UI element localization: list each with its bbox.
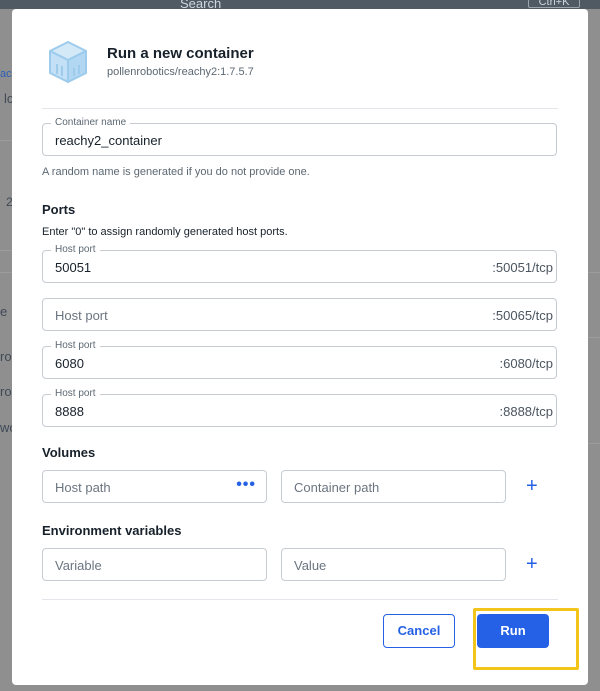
background-divider [0,272,12,273]
host-port-field[interactable]: Host port 6080 :6080/tcp [42,340,557,379]
image-name: pollenrobotics/reachy2:1.7.5.7 [107,66,254,78]
container-port: :6080/tcp [499,356,554,371]
container-name-helper: A random name is generated if you do not… [42,166,310,178]
run-container-dialog: Run a new container pollenrobotics/reach… [12,9,588,685]
ports-heading: Ports [42,202,76,217]
host-port-field[interactable]: Host port 50051 :50051/tcp [42,244,557,283]
background-divider [588,443,600,444]
container-name-value: reachy2_container [55,133,162,148]
volumes-heading: Volumes [42,445,96,460]
container-port: :50065/tcp [492,308,553,323]
container-port: :8888/tcp [499,404,554,419]
more-horizontal-icon[interactable]: ••• [236,476,256,494]
background-text-fragment: ro [0,349,12,364]
cancel-button[interactable]: Cancel [383,614,455,648]
container-cube-icon [49,41,87,83]
dialog-title: Run a new container [107,45,254,62]
background-divider [588,272,600,273]
run-button[interactable]: Run [477,614,549,648]
container-name-field[interactable]: Container name reachy2_container [42,117,557,156]
host-port-field[interactable]: Host port :50065/tcp [42,298,557,331]
container-path-input[interactable]: Container path [281,470,506,503]
host-port-value: 6080 [55,356,84,371]
background-header [0,0,600,9]
value-input[interactable]: Value [281,548,506,581]
host-port-field[interactable]: Host port 8888 :8888/tcp [42,388,557,427]
host-path-input[interactable]: Host path ••• [42,470,267,503]
host-port-placeholder: Host port [55,308,108,323]
container-port: :50051/tcp [492,260,553,275]
host-port-label: Host port [51,340,100,352]
add-env-plus-icon[interactable]: + [526,554,538,574]
background-text-fragment: ro [0,384,12,399]
host-port-value: 50051 [55,260,92,275]
background-search-shortcut: Ctrl+K [528,0,580,8]
add-volume-plus-icon[interactable]: + [526,476,538,496]
host-path-placeholder: Host path [55,480,111,495]
footer-divider [42,599,558,600]
header-divider [42,108,558,109]
variable-input[interactable]: Variable [42,548,267,581]
container-path-placeholder: Container path [294,480,380,495]
host-port-label: Host port [51,388,100,400]
env-heading: Environment variables [42,523,182,538]
container-name-label: Container name [51,117,131,129]
background-divider [588,337,600,338]
host-port-value: 8888 [55,404,84,419]
ports-helper: Enter "0" to assign randomly generated h… [42,226,288,238]
variable-placeholder: Variable [55,558,102,573]
background-divider [0,140,12,141]
background-divider [0,250,12,251]
host-port-label: Host port [51,244,100,256]
value-placeholder: Value [294,558,327,573]
background-text-fragment: e [0,304,8,319]
